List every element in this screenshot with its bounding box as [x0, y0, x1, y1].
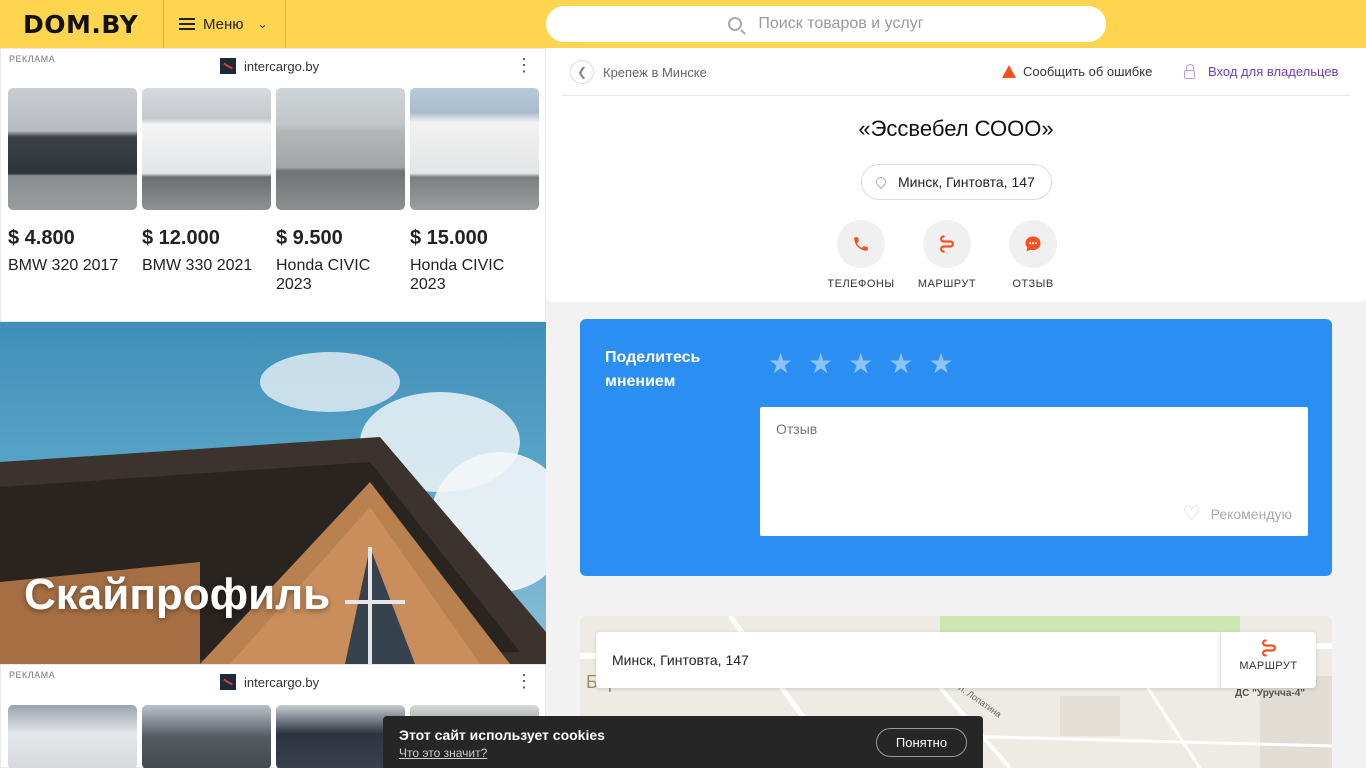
company-actions: ТЕЛЕФОНЫ МАРШРУТ ОТЗЫВ [818, 220, 1076, 290]
top-header: DOM.BY Меню ⌄ Поиск товаров и услуг [0, 0, 1366, 48]
car-price: $ 9.500 [276, 227, 343, 249]
ad-source[interactable]: intercargo.by [220, 58, 319, 74]
cookie-banner: Этот сайт использует cookies Что это зна… [383, 716, 983, 768]
ad-block-top[interactable]: РЕКЛАМА intercargo.by ⋮ $ 4.800 BMW 320 … [0, 48, 546, 322]
intercargo-logo-icon [220, 58, 236, 74]
search-placeholder: Поиск товаров и услуг [758, 15, 924, 32]
star-icon[interactable]: ★ [768, 350, 793, 378]
cookie-title: Этот сайт использует cookies [399, 727, 605, 743]
ad-car-item[interactable]: $ 9.500 Honda CIVIC 2023 [276, 88, 405, 294]
ad-source-name: intercargo.by [244, 58, 320, 74]
site-logo[interactable]: DOM.BY [23, 10, 138, 39]
review-textarea[interactable]: Отзыв ♡ Рекомендую [760, 407, 1308, 536]
car-photo [8, 88, 137, 210]
phone-icon [837, 220, 885, 268]
menu-button[interactable]: Меню ⌄ [163, 0, 286, 48]
car-name: BMW 320 2017 [8, 257, 119, 274]
review-button[interactable]: ОТЗЫВ [990, 220, 1076, 290]
ad-label: РЕКЛАМА [9, 670, 56, 680]
intercargo-logo-icon [220, 674, 236, 690]
location-pin-icon [873, 174, 889, 190]
company-card: ❮ Крепеж в Минске Сообщить об ошибке Вхо… [546, 48, 1366, 302]
star-icon[interactable]: ★ [928, 350, 953, 378]
map-route-label: МАРШРУТ [1239, 660, 1298, 672]
car-photo [410, 88, 539, 210]
ad-car-item[interactable]: $ 15.000 Honda CIVIC 2023 [410, 88, 539, 294]
report-error-label: Сообщить об ошибке [1023, 64, 1153, 79]
chevron-left-icon: ❮ [570, 60, 594, 84]
phones-label: ТЕЛЕФОНЫ [827, 278, 895, 290]
route-icon [1221, 638, 1316, 660]
breadcrumb-label: Крепеж в Минске [603, 64, 707, 80]
map-address-bar: Минск, Гинтовта, 147 [596, 632, 1220, 688]
car-photo [142, 705, 271, 768]
map-address-text: Минск, Гинтовта, 147 [612, 652, 749, 668]
car-name: BMW 330 2021 [142, 257, 253, 274]
owners-login-label: Вход для владельцев [1208, 64, 1339, 79]
cookie-accept-button[interactable]: Понятно [876, 728, 967, 757]
star-icon[interactable]: ★ [848, 350, 873, 378]
ad-car-item[interactable]: $ 4.800 BMW 320 2017 [8, 88, 137, 294]
ad-car-item[interactable] [142, 705, 271, 768]
heart-icon: ♡ [1182, 503, 1201, 525]
lock-icon [1184, 63, 1195, 79]
ad-source[interactable]: intercargo.by [220, 674, 319, 690]
map-label-stop: ДС "Уручча-4" [1235, 688, 1306, 699]
banner-title: Скайпрофиль [24, 570, 331, 619]
chat-bubble-icon [1009, 220, 1057, 268]
ad-car-list: $ 4.800 BMW 320 2017 $ 12.000 BMW 330 20… [8, 88, 544, 294]
car-name: Honda CIVIC 2023 [276, 257, 371, 293]
star-icon[interactable]: ★ [888, 350, 913, 378]
map-route-button[interactable]: МАРШРУТ [1220, 632, 1316, 688]
breadcrumb[interactable]: ❮ Крепеж в Минске [570, 60, 707, 84]
car-price: $ 4.800 [8, 227, 75, 249]
more-options-icon[interactable]: ⋮ [515, 671, 533, 692]
review-label: ОТЗЫВ [1012, 278, 1054, 290]
hamburger-icon [179, 18, 195, 30]
car-photo [8, 705, 137, 768]
company-address[interactable]: Минск, Гинтовта, 147 [861, 164, 1052, 200]
more-options-icon[interactable]: ⋮ [515, 55, 533, 76]
search-icon [728, 17, 743, 31]
ad-label: РЕКЛАМА [9, 54, 56, 64]
chevron-down-icon: ⌄ [257, 17, 268, 31]
route-icon [923, 220, 971, 268]
car-photo [276, 88, 405, 210]
company-name: «Эссвебел СООО» [858, 116, 1054, 141]
review-form: Поделитесь мнением ★ ★ ★ ★ ★ Отзыв ♡ Рек… [580, 319, 1332, 576]
route-label: МАРШРУТ [917, 278, 977, 290]
divider [562, 95, 1350, 96]
car-name: Honda CIVIC 2023 [410, 257, 505, 293]
recommend-label: Рекомендую [1210, 505, 1292, 522]
ad-source-name: intercargo.by [244, 674, 320, 690]
ad-car-item[interactable] [8, 705, 137, 768]
cookie-info-link[interactable]: Что это значит? [399, 746, 487, 760]
rating-stars[interactable]: ★ ★ ★ ★ ★ [768, 350, 969, 378]
search-input[interactable]: Поиск товаров и услуг [546, 6, 1106, 42]
review-form-title: Поделитесь мнением [605, 349, 701, 390]
menu-label: Меню [203, 15, 244, 33]
review-placeholder: Отзыв [776, 421, 818, 437]
recommend-toggle[interactable]: ♡ Рекомендую [1183, 501, 1292, 526]
warning-icon [1002, 65, 1016, 78]
company-address-text: Минск, Гинтовта, 147 [898, 174, 1035, 190]
car-price: $ 15.000 [410, 227, 488, 249]
car-price: $ 12.000 [142, 227, 220, 249]
owners-login-link[interactable]: Вход для владельцев [1184, 63, 1339, 79]
route-button[interactable]: МАРШРУТ [904, 220, 990, 290]
car-photo [142, 88, 271, 210]
report-error-link[interactable]: Сообщить об ошибке [1002, 64, 1152, 79]
ad-car-item[interactable]: $ 12.000 BMW 330 2021 [142, 88, 271, 294]
phones-button[interactable]: ТЕЛЕФОНЫ [818, 220, 904, 290]
star-icon[interactable]: ★ [808, 350, 833, 378]
